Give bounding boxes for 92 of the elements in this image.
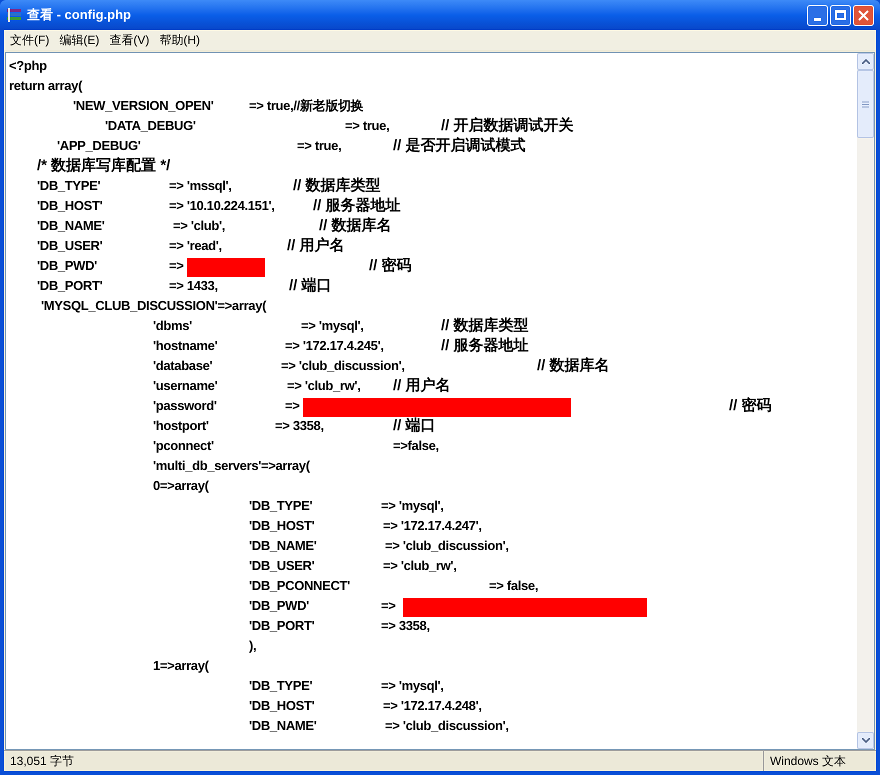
minimize-button[interactable] [807,4,828,26]
code-text: =>false, [393,437,439,455]
scroll-down-button[interactable] [857,732,874,749]
maximize-button[interactable] [830,4,851,26]
code-text: => '172.17.4.248', [383,697,482,715]
code-text: 'DB_PCONNECT' [249,577,350,595]
code-comment: // 用户名 [393,376,451,396]
code-text: 0=>array( [153,477,209,495]
code-comment: // 服务器地址 [441,336,529,356]
code-text: 'DB_HOST' [249,697,314,715]
code-comment: // 数据库类型 [293,176,381,196]
code-comment: // 数据库名 [537,356,610,376]
code-text: => 'club_discussion', [281,357,405,375]
app-icon [6,7,22,23]
code-comment: // 密码 [729,396,772,416]
code-text: => 'mysql', [301,317,364,335]
code-text: 'DB_NAME' [249,537,317,555]
code-text: => '172.17.4.245', [285,337,384,355]
code-text: 'DB_HOST' [37,197,102,215]
code-text: 'DB_USER' [37,237,102,255]
code-comment: // 服务器地址 [313,196,401,216]
code-text: 'MYSQL_CLUB_DISCUSSION'=>array( [41,297,266,315]
close-icon [858,10,869,20]
code-text: => 'club_discussion', [385,537,509,555]
code-text: => [285,397,300,415]
code-text: 'DB_PORT' [249,617,314,635]
code-comment: // 端口 [393,416,436,436]
menu-item[interactable]: 文件(F) [10,31,50,49]
code-text: 'DB_PWD' [37,257,97,275]
code-comment: // 密码 [369,256,412,276]
vertical-scrollbar[interactable] [857,53,874,749]
window-title: 查看 - config.php [27,6,131,24]
code-text: 'DB_NAME' [249,717,317,735]
menu-item[interactable]: 查看(V) [109,31,150,49]
code-text: 'password' [153,397,217,415]
code-text: => 'club_discussion', [385,717,509,735]
scroll-up-button[interactable] [857,53,874,70]
code-comment: // 用户名 [287,236,345,256]
code-text: => true, [297,137,342,155]
code-text: 'hostport' [153,417,209,435]
code-text: 'APP_DEBUG' [57,137,141,155]
encoding-text: Windows 文本 [770,753,846,770]
code-text: 'DB_TYPE' [249,677,312,695]
code-text: 'username' [153,377,218,395]
code-text: 'DB_TYPE' [249,497,312,515]
code-text: 'hostname' [153,337,218,355]
code-text: => true, [345,117,390,135]
menu-item[interactable]: 编辑(E) [59,31,100,49]
code-text: => 3358, [275,417,324,435]
code-comment: // 数据库名 [319,216,392,236]
code-text: => 'mssql', [169,177,232,195]
code-text: => 'club', [173,217,226,235]
code-comment: // 是否开启调试模式 [393,136,526,156]
code-comment: // 端口 [289,276,332,296]
close-button[interactable] [853,4,874,26]
file-size-text: 13,051 字节 [9,753,74,770]
caret-up-icon [862,59,870,64]
code-text: 'NEW_VERSION_OPEN' [73,97,214,115]
code-text: => 'read', [169,237,222,255]
code-text: 'dbms' [153,317,192,335]
code-text: 1=>array( [153,657,209,675]
code-comment: // 数据库类型 [441,316,529,336]
code-text: => [169,257,184,275]
code-text: => '10.10.224.151', [169,197,275,215]
code-text: ), [249,637,256,655]
code-text: => '172.17.4.247', [383,517,482,535]
code-text: 'database' [153,357,212,375]
caret-down-icon [862,738,870,743]
code-text: 'DATA_DEBUG' [105,117,196,135]
code-text: => 'mysql', [381,677,444,695]
code-text: 'DB_NAME' [37,217,105,235]
scroll-thumb[interactable] [857,70,874,138]
code-text: 'DB_HOST' [249,517,314,535]
menu-item[interactable]: 帮助(H) [159,31,200,49]
code-comment: /* 数据库写库配置 */ [37,156,170,176]
code-text: => true,//新老版切换 [249,97,364,115]
code-text: => 'club_rw', [383,557,456,575]
code-text: => 'club_rw', [287,377,360,395]
code-text: 'DB_PORT' [37,277,102,295]
code-text: => 3358, [381,617,430,635]
code-text: => false, [489,577,538,595]
code-text: 'DB_PWD' [249,597,309,615]
code-text: => [381,597,396,615]
code-text: return array( [9,77,82,95]
code-comment: // 开启数据调试开关 [441,116,574,136]
code-text: => 'mysql', [381,497,444,515]
code-text: 'DB_TYPE' [37,177,100,195]
code-text: => 1433, [169,277,218,295]
code-text: 'pconnect' [153,437,214,455]
code-text: 'DB_USER' [249,557,314,575]
code-text: 'multi_db_servers'=>array( [153,457,310,475]
code-text: <?php [9,57,47,75]
